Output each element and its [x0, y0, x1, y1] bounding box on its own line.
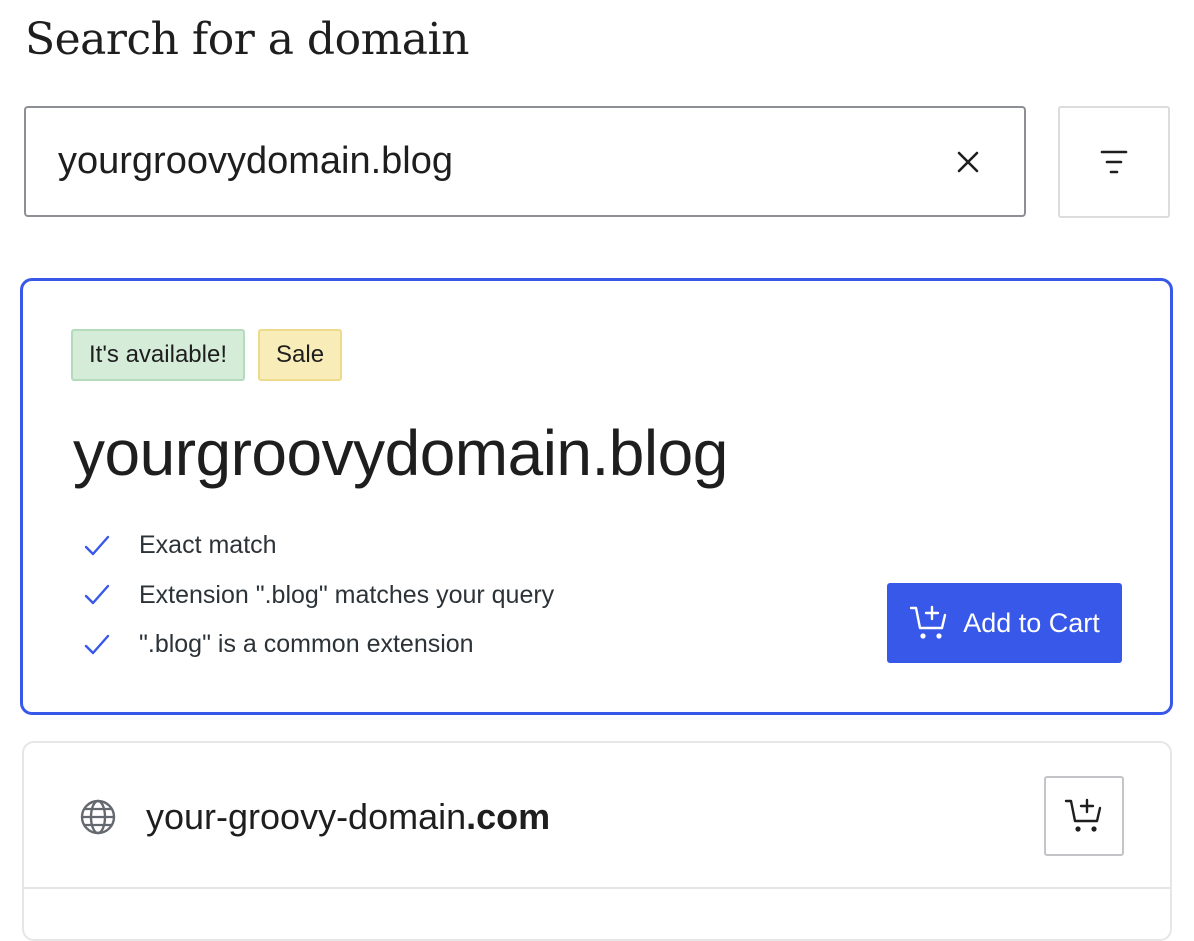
result-domain-tld: .com — [466, 796, 551, 837]
close-icon — [957, 151, 979, 172]
available-badge: It's available! — [71, 329, 245, 381]
filter-button[interactable] — [1058, 106, 1170, 218]
domain-results-list: your-groovy-domain.com — [22, 741, 1172, 941]
match-reasons-list: Exact match Extension ".blog" matches yo… — [83, 521, 554, 670]
match-reason-text: Extension ".blog" matches your query — [139, 580, 555, 609]
result-add-to-cart-button[interactable] — [1044, 776, 1124, 856]
result-domain-label: your-groovy-domain — [146, 796, 467, 837]
check-icon — [83, 581, 111, 609]
domain-result-row: your-groovy-domain.com — [24, 743, 1170, 889]
match-reason-item: Exact match — [83, 521, 554, 571]
cart-plus-icon — [910, 605, 947, 639]
match-reason-text: ".blog" is a common extension — [139, 630, 474, 659]
check-icon — [83, 631, 111, 659]
page-title: Search for a domain — [25, 14, 469, 65]
featured-domain-card: It's available! Sale yourgroovydomain.bl… — [20, 278, 1173, 715]
sale-badge: Sale — [258, 329, 343, 381]
globe-icon — [80, 799, 116, 835]
clear-search-button[interactable] — [938, 132, 998, 192]
result-domain-name: your-groovy-domain.com — [146, 795, 550, 839]
badges: It's available! Sale — [71, 329, 343, 381]
check-icon — [83, 532, 111, 560]
cart-plus-icon — [1064, 798, 1102, 832]
match-reason-item: ".blog" is a common extension — [83, 620, 554, 670]
search-box — [24, 106, 1026, 217]
featured-domain-name: yourgroovydomain.blog — [73, 417, 728, 489]
match-reason-item: Extension ".blog" matches your query — [83, 571, 554, 621]
search-input[interactable] — [26, 108, 938, 215]
match-reason-text: Exact match — [139, 531, 277, 560]
add-to-cart-button[interactable]: Add to Cart — [887, 583, 1122, 663]
filter-icon — [1100, 150, 1128, 174]
add-to-cart-label: Add to Cart — [963, 607, 1100, 638]
